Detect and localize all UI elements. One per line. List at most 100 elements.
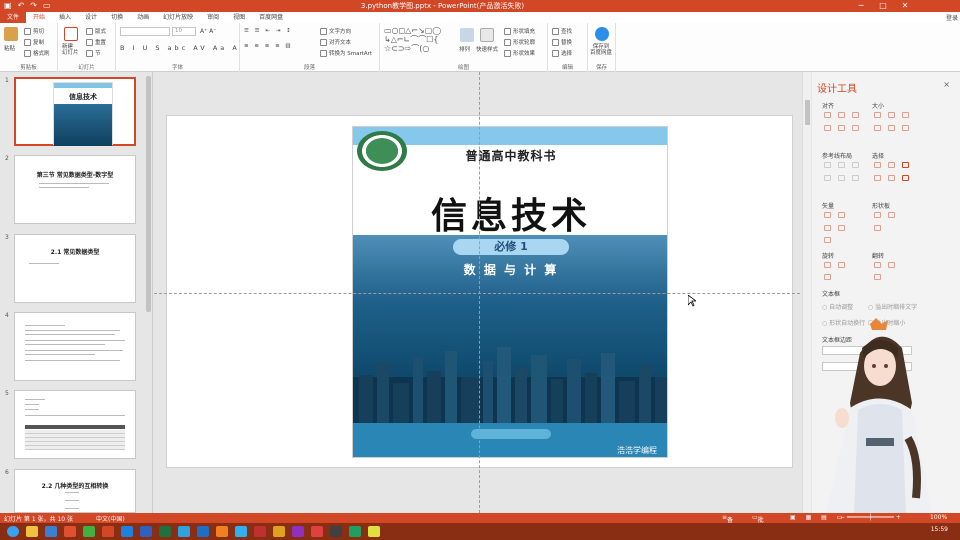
same-width-icon[interactable] bbox=[874, 112, 881, 118]
find-button[interactable]: 查找 bbox=[552, 27, 572, 35]
start-icon[interactable] bbox=[7, 526, 19, 537]
vscode-icon[interactable] bbox=[197, 526, 209, 537]
tab-design[interactable]: 设计 bbox=[78, 12, 104, 23]
view-buttons[interactable]: ▣ ▦ ▤ ▭ bbox=[790, 514, 846, 521]
new-slide-button[interactable]: 新建 幻灯片 bbox=[62, 44, 79, 56]
zoom-level[interactable]: 100% bbox=[930, 514, 947, 521]
clock[interactable]: 15:59 bbox=[931, 526, 948, 533]
tab-view[interactable]: 视图 bbox=[226, 12, 252, 23]
guide-layout-icon[interactable] bbox=[838, 175, 845, 181]
list-buttons[interactable]: ☰ ☰ ⇤ ⇥ ↕ bbox=[244, 28, 293, 34]
section-button[interactable]: 节 bbox=[86, 49, 101, 57]
guide-layout-icon[interactable] bbox=[824, 175, 831, 181]
align-buttons[interactable]: ≡ ≡ ≡ ≡ ▥ bbox=[244, 43, 293, 49]
font-family-select[interactable] bbox=[120, 27, 170, 36]
select-same-icon[interactable] bbox=[874, 162, 881, 168]
shape-lib-icon[interactable] bbox=[874, 225, 881, 231]
tab-baidu[interactable]: 百度网盘 bbox=[252, 12, 290, 23]
shape-fill-button[interactable]: 形状填充 bbox=[504, 27, 535, 35]
grow-font-icon[interactable]: A⁺ A⁻ bbox=[200, 28, 216, 35]
flip-icon[interactable] bbox=[874, 274, 881, 280]
app-icon[interactable] bbox=[64, 526, 76, 537]
vector-icon[interactable] bbox=[838, 212, 845, 218]
textbox-option[interactable]: ○ 自动调整 bbox=[822, 302, 853, 311]
rotate-left-icon[interactable] bbox=[824, 262, 831, 268]
thumbnail-scrollbar[interactable] bbox=[146, 76, 151, 312]
quick-styles-icon[interactable] bbox=[480, 28, 494, 42]
align-center-icon[interactable] bbox=[838, 112, 845, 118]
copy-button[interactable]: 复制 bbox=[24, 38, 44, 46]
select-color-icon[interactable] bbox=[902, 162, 909, 168]
align-right-icon[interactable] bbox=[852, 112, 859, 118]
app-icon[interactable] bbox=[330, 526, 342, 537]
replace-button[interactable]: 替换 bbox=[552, 38, 572, 46]
distribute-v-icon[interactable] bbox=[888, 125, 895, 131]
shape-lib-icon[interactable] bbox=[874, 212, 881, 218]
app-icon[interactable] bbox=[83, 526, 95, 537]
app-icon[interactable] bbox=[178, 526, 190, 537]
powerpoint-icon[interactable] bbox=[102, 526, 114, 537]
shape-outline-button[interactable]: 形状轮廓 bbox=[504, 38, 535, 46]
font-style-buttons[interactable]: B I U S abc AV Aa A bbox=[120, 44, 240, 52]
guide-layout-icon[interactable] bbox=[852, 175, 859, 181]
arrange-icon[interactable] bbox=[460, 28, 474, 42]
slide-thumbnail-1[interactable]: 信息技术 bbox=[14, 77, 136, 146]
folder-icon[interactable] bbox=[26, 526, 38, 537]
baidu-cloud-icon[interactable] bbox=[595, 27, 609, 41]
guide-layout-icon[interactable] bbox=[838, 162, 845, 168]
distribute-h-icon[interactable] bbox=[874, 125, 881, 131]
vector-icon[interactable] bbox=[838, 225, 845, 231]
text-direction-button[interactable]: 文字方向 bbox=[320, 27, 351, 35]
paste-icon[interactable] bbox=[4, 27, 18, 41]
swap-size-icon[interactable] bbox=[902, 125, 909, 131]
app-icon[interactable] bbox=[368, 526, 380, 537]
vector-icon[interactable] bbox=[824, 212, 831, 218]
select-all-icon[interactable] bbox=[874, 175, 881, 181]
text-vector-icon[interactable] bbox=[824, 237, 831, 243]
tab-insert[interactable]: 插入 bbox=[52, 12, 78, 23]
tab-transitions[interactable]: 切换 bbox=[104, 12, 130, 23]
textbox-option[interactable]: ○ 溢出时缩排文字 bbox=[868, 302, 917, 311]
align-text-button[interactable]: 对齐文本 bbox=[320, 38, 351, 46]
align-top-icon[interactable] bbox=[824, 125, 831, 131]
reset-button[interactable]: 重置 bbox=[86, 38, 106, 46]
close-button[interactable]: ✕ bbox=[894, 0, 916, 12]
slide-thumbnail-5[interactable] bbox=[14, 390, 136, 459]
tab-file[interactable]: 文件 bbox=[0, 12, 27, 23]
maximize-button[interactable]: □ bbox=[872, 0, 894, 12]
word-icon[interactable] bbox=[140, 526, 152, 537]
zoom-slider[interactable]: − ━━━━━━┿━━━━━━ + bbox=[840, 514, 901, 521]
rotate-right-icon[interactable] bbox=[838, 262, 845, 268]
align-middle-icon[interactable] bbox=[838, 125, 845, 131]
select-invert-icon[interactable] bbox=[888, 175, 895, 181]
login-link[interactable]: 登录 bbox=[946, 13, 958, 22]
book-cover-image[interactable]: 普通高中教科书 信息技术 必修 1 数 据 与 计 算 浩浩学编程 bbox=[352, 126, 668, 458]
pointer-icon[interactable] bbox=[902, 175, 909, 181]
app-icon[interactable] bbox=[273, 526, 285, 537]
app-icon[interactable] bbox=[349, 526, 361, 537]
format-painter-button[interactable]: 格式刷 bbox=[24, 49, 50, 57]
horizontal-guide[interactable] bbox=[154, 293, 800, 294]
align-bottom-icon[interactable] bbox=[852, 125, 859, 131]
slide-thumbnail-6[interactable]: 2.2 几种类型的互相转换 bbox=[14, 469, 136, 513]
same-size-icon[interactable] bbox=[902, 112, 909, 118]
scrollbar-thumb[interactable] bbox=[805, 100, 810, 125]
paste-button[interactable]: 粘贴 bbox=[4, 44, 15, 52]
flip-v-icon[interactable] bbox=[888, 262, 895, 268]
notes-button[interactable]: ≡ 备注 bbox=[722, 514, 733, 533]
shape-effects-button[interactable]: 形状效果 bbox=[504, 49, 535, 57]
flip-h-icon[interactable] bbox=[874, 262, 881, 268]
comments-button[interactable]: ▭ 批注 bbox=[752, 514, 764, 533]
select-button[interactable]: 选择 bbox=[552, 49, 572, 57]
save-baidu-button[interactable]: 保存到 百度网盘 bbox=[590, 44, 612, 56]
vector-icon[interactable] bbox=[824, 225, 831, 231]
app-icon[interactable] bbox=[292, 526, 304, 537]
quick-styles-button[interactable]: 快速样式 bbox=[476, 45, 498, 53]
app-icon[interactable] bbox=[311, 526, 323, 537]
select-type-icon[interactable] bbox=[888, 162, 895, 168]
rotate-icon[interactable] bbox=[824, 274, 831, 280]
slide-thumbnail-2[interactable]: 第三节 常见数据类型-数字型 bbox=[14, 155, 136, 224]
tab-home[interactable]: 开始 bbox=[26, 12, 53, 24]
arrange-button[interactable]: 排列 bbox=[459, 45, 470, 53]
shape-lib-icon[interactable] bbox=[888, 212, 895, 218]
